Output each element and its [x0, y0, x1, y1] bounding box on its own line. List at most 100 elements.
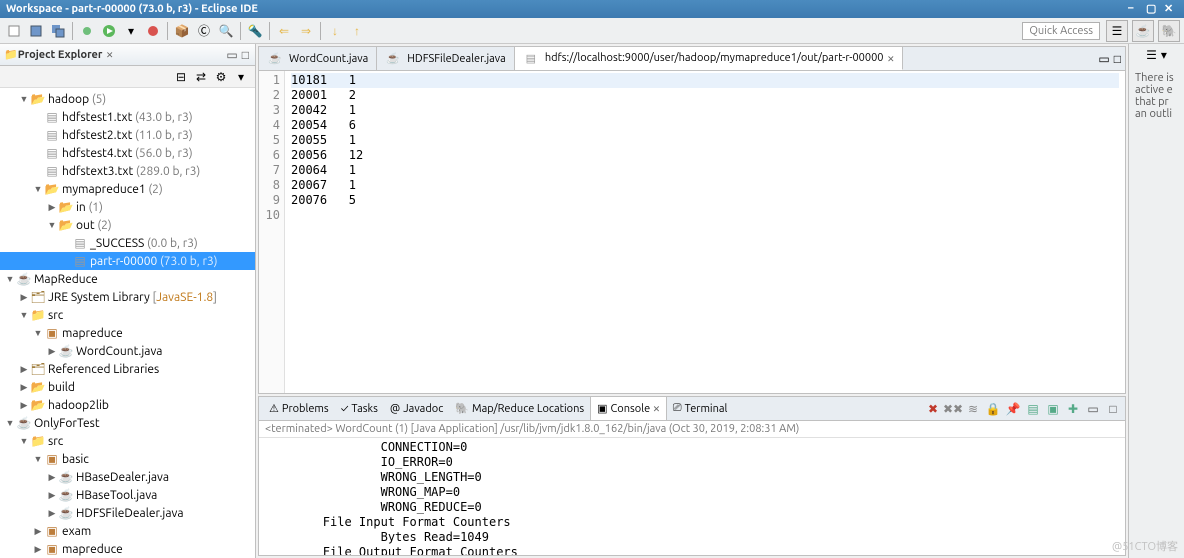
bottom-tab-javadoc[interactable]: @Javadoc [384, 397, 449, 420]
tree-row[interactable]: ▤_SUCCESS (0.0 b, r3) [0, 234, 255, 252]
bottom-tab-problems[interactable]: ⚠Problems [263, 397, 335, 420]
maximize-view-icon[interactable]: □ [240, 48, 251, 62]
tree-twist-icon[interactable]: ▼ [18, 94, 30, 104]
collapse-all-icon[interactable]: ⊟ [173, 69, 189, 85]
tree-row[interactable]: ▼📂out (2) [0, 216, 255, 234]
tree-twist-icon[interactable]: ▼ [18, 436, 30, 446]
tree-row[interactable]: ▶☕HBaseDealer.java [0, 468, 255, 486]
tree-twist-icon[interactable]: ▶ [18, 292, 30, 303]
tree-row[interactable]: ▶📂build [0, 378, 255, 396]
tree-twist-icon[interactable]: ▼ [4, 274, 16, 284]
open-console-icon[interactable]: ▣ [1045, 401, 1061, 417]
search-button[interactable]: 🔦 [245, 21, 265, 41]
tree-twist-icon[interactable]: ▶ [32, 544, 44, 555]
text-editor[interactable]: 12345678910 10181 120001 220042 120054 6… [259, 71, 1125, 393]
run-dropdown-icon[interactable]: ▾ [121, 21, 141, 41]
console-output[interactable]: CONNECTION=0 IO_ERROR=0 WRONG_LENGTH=0 W… [259, 438, 1125, 555]
tree-twist-icon[interactable]: ▼ [32, 454, 44, 464]
project-tree[interactable]: ▼📂hadoop (5)▤hdfstest1.txt (43.0 b, r3)▤… [0, 88, 255, 558]
tree-row[interactable]: ▤hdfstest1.txt (43.0 b, r3) [0, 108, 255, 126]
new-class-button[interactable]: Ⓒ [194, 21, 214, 41]
tree-row[interactable]: ▼☕MapReduce [0, 270, 255, 288]
debug-button[interactable] [77, 21, 97, 41]
tree-twist-icon[interactable]: ▼ [4, 418, 16, 428]
tree-row[interactable]: ▶▣exam [0, 522, 255, 540]
window-close-icon[interactable]: ✕ [1164, 2, 1178, 16]
tree-twist-icon[interactable]: ▼ [32, 328, 44, 338]
outline-menu-icon[interactable]: ▾ [1161, 48, 1167, 62]
tree-row[interactable]: ▶📂hadoop2lib [0, 396, 255, 414]
new-console-icon[interactable]: ✚ [1065, 401, 1081, 417]
new-button[interactable] [4, 21, 24, 41]
next-annotation-button[interactable]: ↓ [325, 21, 345, 41]
tree-row[interactable]: ▶🗂Referenced Libraries [0, 360, 255, 378]
tree-row[interactable]: ▶📂in (1) [0, 198, 255, 216]
tree-row[interactable]: ▶☕WordCount.java [0, 342, 255, 360]
tree-row[interactable]: ▶☕HBaseTool.java [0, 486, 255, 504]
close-view-icon[interactable]: ✕ [106, 48, 113, 61]
tree-row[interactable]: ▼📁src [0, 306, 255, 324]
window-maximize-icon[interactable]: ▢ [1146, 2, 1160, 16]
bottom-tab-console[interactable]: ▣Console ✕ [590, 397, 667, 420]
tree-twist-icon[interactable]: ▶ [18, 400, 30, 411]
ext-tools-button[interactable] [143, 21, 163, 41]
prev-annotation-button[interactable]: ↑ [347, 21, 367, 41]
minimize-editor-icon[interactable]: ▭ [1098, 52, 1109, 66]
save-button[interactable] [26, 21, 46, 41]
tree-row[interactable]: ▼☕OnlyForTest [0, 414, 255, 432]
close-tab-icon[interactable]: ✕ [653, 402, 660, 415]
forward-button[interactable]: ⇒ [296, 21, 316, 41]
tree-row[interactable]: ▼▣mapreduce [0, 324, 255, 342]
tree-twist-icon[interactable]: ▶ [18, 364, 30, 375]
tree-row[interactable]: ▤hdfstest2.txt (11.0 b, r3) [0, 126, 255, 144]
code-area[interactable]: 10181 120001 220042 120054 620055 120056… [285, 71, 1125, 393]
bottom-tab-terminal[interactable]: ⎚Terminal [667, 397, 734, 420]
tree-row[interactable]: ▼📂mymapreduce1 (2) [0, 180, 255, 198]
remove-all-icon[interactable]: ✖✖ [945, 401, 961, 417]
back-button[interactable]: ⇐ [274, 21, 294, 41]
tree-twist-icon[interactable]: ▶ [46, 472, 58, 483]
tree-row[interactable]: ▶▣mapreduce [0, 540, 255, 558]
minimize-panel-icon[interactable]: ▭ [1085, 401, 1101, 417]
editor-tab[interactable]: ☕WordCount.java [259, 47, 377, 70]
tree-twist-icon[interactable]: ▶ [46, 202, 58, 213]
editor-tab[interactable]: ☕HDFSFileDealer.java [377, 47, 515, 70]
remove-launch-icon[interactable]: ✖ [925, 401, 941, 417]
new-package-button[interactable]: 📦 [172, 21, 192, 41]
window-minimize-icon[interactable]: – [1128, 2, 1142, 16]
display-selected-icon[interactable]: ▤ [1025, 401, 1041, 417]
clear-console-icon[interactable]: ≋ [965, 401, 981, 417]
view-menu-icon[interactable]: ▾ [233, 69, 249, 85]
tree-twist-icon[interactable]: ▶ [32, 526, 44, 537]
outline-view-icon[interactable]: ☰ [1146, 48, 1157, 62]
save-all-button[interactable] [48, 21, 68, 41]
pin-console-icon[interactable]: 📌 [1005, 401, 1021, 417]
quick-access-input[interactable]: Quick Access [1022, 22, 1100, 40]
tree-row[interactable]: ▶☕HDFSFileDealer.java [0, 504, 255, 522]
tree-row[interactable]: ▤part-r-00000 (73.0 b, r3) [0, 252, 255, 270]
tree-row[interactable]: ▼📂hadoop (5) [0, 90, 255, 108]
tree-twist-icon[interactable]: ▶ [46, 508, 58, 519]
mapreduce-perspective-button[interactable]: 🐘 [1158, 20, 1180, 42]
minimize-view-icon[interactable]: ▭ [224, 48, 239, 62]
run-button[interactable] [99, 21, 119, 41]
scroll-lock-icon[interactable]: 🔒 [985, 401, 1001, 417]
tree-row[interactable]: ▤hdfstext3.txt (289.0 b, r3) [0, 162, 255, 180]
editor-tab[interactable]: ▤hdfs://localhost:9000/user/hadoop/mymap… [515, 47, 903, 70]
bottom-tab-map-reduce-locations[interactable]: 🐘Map/Reduce Locations [449, 397, 590, 420]
tree-row[interactable]: ▶🗂JRE System Library [JavaSE-1.8] [0, 288, 255, 306]
tree-row[interactable]: ▼📁src [0, 432, 255, 450]
tree-twist-icon[interactable]: ▼ [18, 310, 30, 320]
open-perspective-button[interactable]: ☰ [1106, 20, 1128, 42]
link-editor-icon[interactable]: ⇄ [193, 69, 209, 85]
tree-row[interactable]: ▤hdfstest4.txt (56.0 b, r3) [0, 144, 255, 162]
tree-twist-icon[interactable]: ▶ [46, 490, 58, 501]
bottom-tab-tasks[interactable]: ✓Tasks [335, 397, 384, 420]
filter-icon[interactable]: ⚙ [213, 69, 229, 85]
tree-twist-icon[interactable]: ▶ [46, 346, 58, 357]
close-tab-icon[interactable]: ✕ [888, 52, 895, 65]
maximize-editor-icon[interactable]: □ [1114, 52, 1121, 66]
open-type-button[interactable]: 🔍 [216, 21, 236, 41]
tree-twist-icon[interactable]: ▶ [18, 382, 30, 393]
tree-twist-icon[interactable]: ▼ [32, 184, 44, 194]
